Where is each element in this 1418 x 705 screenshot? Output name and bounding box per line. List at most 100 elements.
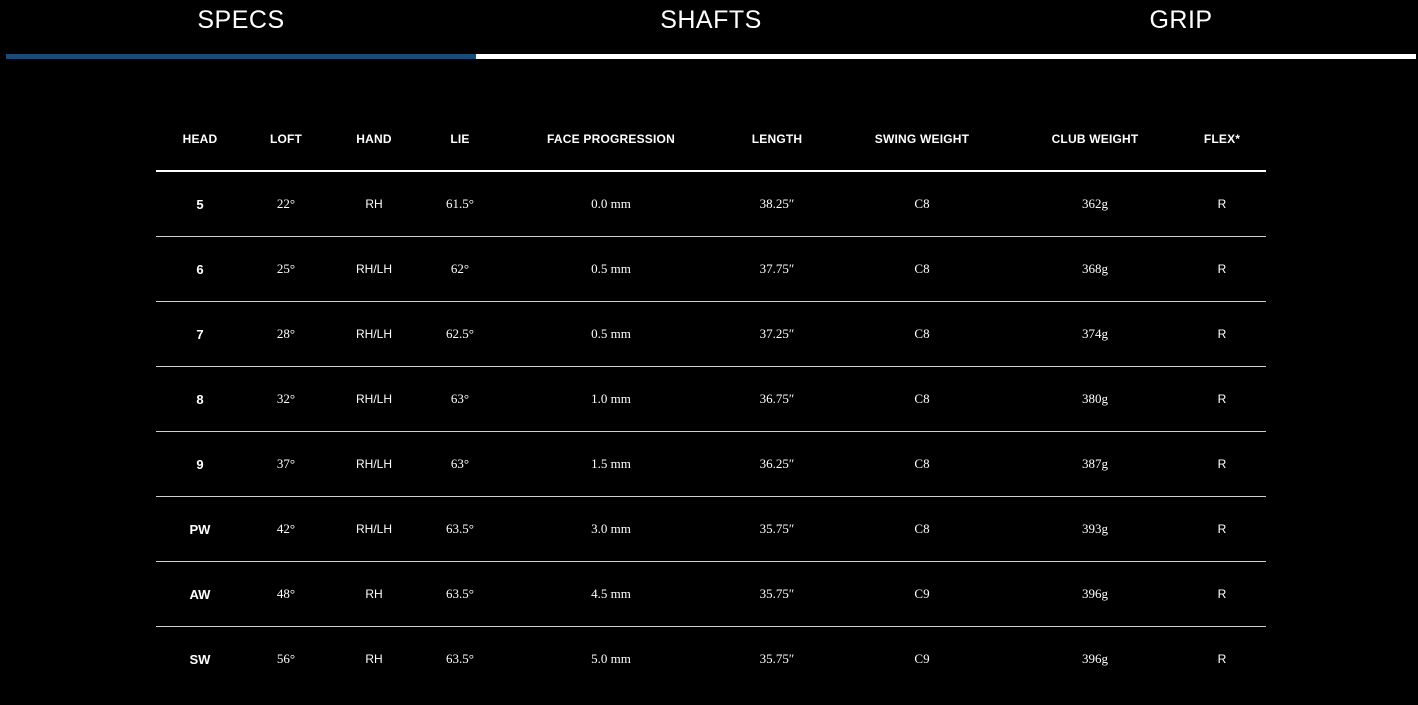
- tab-shafts[interactable]: SHAFTS: [476, 0, 946, 60]
- cell-length: 35.75″: [759, 651, 795, 666]
- cell-hand: RH/LH: [328, 301, 420, 367]
- cell-flex: R: [1178, 171, 1266, 237]
- cell-length: 37.25″: [722, 301, 832, 367]
- cell-loft: 22°: [244, 171, 328, 237]
- cell-loft: 56°: [276, 651, 296, 666]
- column-header-flex: FLEX*: [1178, 107, 1266, 172]
- tab-specs[interactable]: SPECS: [6, 0, 476, 60]
- table-row: 8 32° RH/LH 63° 1.0 mm 36.75″ C8 380g R: [156, 366, 1266, 432]
- cell-lie: 62°: [420, 236, 500, 302]
- cell-flex: R: [1178, 496, 1266, 562]
- cell-head: AW: [156, 561, 244, 627]
- cell-flex: R: [1217, 652, 1227, 666]
- cell-lie: 61.5°: [420, 171, 500, 237]
- cell-club-weight: 396g: [1012, 561, 1178, 627]
- cell-hand: RH: [365, 652, 383, 666]
- table-row: 6 25° RH/LH 62° 0.5 mm 37.75″ C8 368g R: [156, 236, 1266, 302]
- cell-swing-weight: C9: [832, 561, 1012, 627]
- cell-face-progression: 0.0 mm: [500, 171, 722, 237]
- cell-hand: RH: [328, 171, 420, 237]
- cell-length: 37.75″: [722, 236, 832, 302]
- cell-flex: R: [1178, 561, 1266, 627]
- cell-length: 36.25″: [722, 431, 832, 497]
- column-header-club-weight: CLUB WEIGHT: [1012, 107, 1178, 172]
- tab-shafts-label: SHAFTS: [660, 6, 762, 34]
- tab-grip-label: GRIP: [1149, 6, 1213, 34]
- cell-loft: 37°: [244, 431, 328, 497]
- cell-swing-weight: C9: [914, 651, 930, 666]
- cell-flex: R: [1178, 236, 1266, 302]
- column-header-lie: LIE: [420, 107, 500, 172]
- cell-swing-weight: C8: [832, 366, 1012, 432]
- cell-loft: 32°: [244, 366, 328, 432]
- cell-face-progression: 0.5 mm: [500, 236, 722, 302]
- cell-face-progression: 1.0 mm: [500, 366, 722, 432]
- cell-lie: 63°: [420, 431, 500, 497]
- table-row: AW 48° RH 63.5° 4.5 mm 35.75″ C9 396g R: [156, 561, 1266, 627]
- tab-specs-label: SPECS: [197, 6, 285, 34]
- cell-face-progression: 4.5 mm: [500, 561, 722, 627]
- cell-flex: R: [1178, 301, 1266, 367]
- cell-head: SW: [189, 651, 211, 667]
- cell-head: 9: [156, 431, 244, 497]
- cell-swing-weight: C8: [832, 236, 1012, 302]
- cell-head: PW: [156, 496, 244, 562]
- cell-length: 36.75″: [722, 366, 832, 432]
- tab-grip-underline: [946, 54, 1416, 59]
- cell-length: 38.25″: [722, 171, 832, 237]
- cell-head: 5: [156, 171, 244, 237]
- cell-loft: 42°: [244, 496, 328, 562]
- cell-hand: RH/LH: [328, 366, 420, 432]
- cell-swing-weight: C8: [832, 431, 1012, 497]
- table-row: 9 37° RH/LH 63° 1.5 mm 36.25″ C8 387g R: [156, 431, 1266, 497]
- cell-club-weight: 393g: [1012, 496, 1178, 562]
- table-row: 5 22° RH 61.5° 0.0 mm 38.25″ C8 362g R: [156, 171, 1266, 237]
- cell-lie: 63.5°: [420, 561, 500, 627]
- cell-face-progression: 3.0 mm: [500, 496, 722, 562]
- cell-flex: R: [1178, 366, 1266, 432]
- cell-flex: R: [1178, 431, 1266, 497]
- column-header-loft: LOFT: [244, 107, 328, 172]
- cell-hand: RH/LH: [328, 431, 420, 497]
- cell-length: 35.75″: [722, 496, 832, 562]
- cell-club-weight: 396g: [1082, 651, 1108, 666]
- column-header-head: HEAD: [156, 107, 244, 172]
- tab-shafts-underline: [476, 54, 946, 59]
- cell-hand: RH: [328, 561, 420, 627]
- cell-lie: 63°: [420, 366, 500, 432]
- cell-hand: RH/LH: [328, 496, 420, 562]
- cell-hand: RH/LH: [328, 236, 420, 302]
- cell-club-weight: 374g: [1012, 301, 1178, 367]
- cell-club-weight: 362g: [1012, 171, 1178, 237]
- column-header-swing-weight: SWING WEIGHT: [832, 107, 1012, 172]
- column-header-length: LENGTH: [722, 107, 832, 172]
- cell-loft: 48°: [244, 561, 328, 627]
- column-header-face-progression: FACE PROGRESSION: [500, 107, 722, 172]
- cell-lie: 63.5°: [446, 651, 474, 666]
- cell-face-progression: 5.0 mm: [591, 651, 631, 666]
- cell-lie: 62.5°: [420, 301, 500, 367]
- cell-swing-weight: C8: [832, 171, 1012, 237]
- cell-length: 35.75″: [722, 561, 832, 627]
- cell-swing-weight: C8: [832, 496, 1012, 562]
- cell-lie: 63.5°: [420, 496, 500, 562]
- cell-head: 8: [156, 366, 244, 432]
- cell-loft: 25°: [244, 236, 328, 302]
- tab-specs-underline: [6, 54, 476, 59]
- table-row: PW 42° RH/LH 63.5° 3.0 mm 35.75″ C8 393g…: [156, 496, 1266, 562]
- cell-swing-weight: C8: [832, 301, 1012, 367]
- table-header-row: HEAD LOFT HAND LIE FACE PROGRESSION LENG…: [156, 107, 1266, 172]
- cell-face-progression: 0.5 mm: [500, 301, 722, 367]
- tab-grip[interactable]: GRIP: [946, 0, 1416, 60]
- cell-head: 6: [156, 236, 244, 302]
- cell-face-progression: 1.5 mm: [500, 431, 722, 497]
- column-header-hand: HAND: [328, 107, 420, 172]
- cell-club-weight: 380g: [1012, 366, 1178, 432]
- cell-club-weight: 368g: [1012, 236, 1178, 302]
- specs-table: HEAD LOFT HAND LIE FACE PROGRESSION LENG…: [156, 107, 1266, 691]
- tab-bar: SPECS SHAFTS GRIP: [6, 0, 1416, 60]
- table-row: 7 28° RH/LH 62.5° 0.5 mm 37.25″ C8 374g …: [156, 301, 1266, 367]
- table-row: SW 56° RH 63.5° 5.0 mm 35.75″ C9 396g R: [156, 627, 1266, 692]
- cell-loft: 28°: [244, 301, 328, 367]
- cell-club-weight: 387g: [1012, 431, 1178, 497]
